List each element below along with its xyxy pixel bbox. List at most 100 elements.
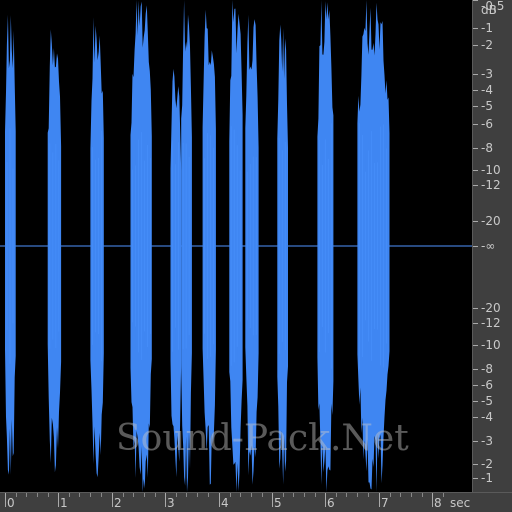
db-tick-label: -3 — [481, 434, 493, 448]
waveform-segment — [202, 9, 216, 485]
time-major-tick — [5, 493, 6, 507]
time-minor-tick — [155, 493, 156, 497]
db-tick-label: -20 — [481, 214, 501, 228]
time-major-tick — [219, 493, 220, 507]
time-major-tick — [379, 493, 380, 507]
time-minor-tick — [336, 493, 337, 497]
time-minor-tick — [411, 493, 412, 497]
time-minor-tick — [186, 493, 187, 497]
time-major-tick — [432, 493, 433, 507]
time-minor-tick — [101, 493, 102, 497]
db-tick — [473, 401, 478, 402]
db-tick — [473, 417, 478, 418]
db-tick-label: -8 — [481, 362, 493, 376]
db-tick-label: -12 — [481, 178, 501, 192]
db-tick — [473, 170, 478, 171]
time-minor-tick — [79, 493, 80, 497]
time-minor-tick — [357, 493, 358, 497]
time-tick-label: 8 — [434, 496, 442, 510]
db-tick-label: -20 — [481, 301, 501, 315]
waveform-segment — [170, 68, 182, 478]
time-minor-tick — [123, 493, 124, 497]
db-tick — [473, 246, 478, 247]
db-tick-label: -6 — [481, 378, 493, 392]
db-tick — [473, 464, 478, 465]
time-minor-tick — [304, 493, 305, 497]
time-major-tick — [272, 493, 273, 507]
time-minor-tick — [283, 493, 284, 497]
waveform-segment — [90, 17, 104, 478]
db-tick — [473, 45, 478, 46]
time-minor-tick — [133, 493, 134, 497]
db-tick-label: -10 — [481, 163, 501, 177]
db-tick-label: -2 — [481, 38, 493, 52]
time-minor-tick — [26, 493, 27, 497]
db-tick — [473, 185, 478, 186]
time-minor-tick — [293, 493, 294, 497]
db-tick-label: -3 — [481, 67, 493, 81]
db-tick — [473, 478, 478, 479]
db-tick-label: -1 — [481, 21, 493, 35]
time-minor-tick — [368, 493, 369, 497]
time-tick-label: 0 — [7, 496, 15, 510]
time-minor-tick — [90, 493, 91, 497]
db-tick — [473, 28, 478, 29]
waveform-segment — [245, 14, 259, 485]
db-tick — [473, 345, 478, 346]
time-unit-label: sec — [450, 496, 471, 510]
time-minor-tick — [69, 493, 70, 497]
time-major-tick — [325, 493, 326, 507]
time-tick-label: 4 — [221, 496, 229, 510]
time-tick-label: 5 — [274, 496, 282, 510]
time-minor-tick — [230, 493, 231, 497]
time-minor-tick — [16, 493, 17, 497]
time-tick-label: 7 — [381, 496, 389, 510]
time-minor-tick — [315, 493, 316, 497]
db-tick — [473, 148, 478, 149]
db-tick — [473, 369, 478, 370]
db-tick — [473, 221, 478, 222]
db-tick-label: -5 — [481, 99, 493, 113]
time-minor-tick — [144, 493, 145, 497]
time-minor-tick — [197, 493, 198, 497]
time-minor-tick — [251, 493, 252, 497]
time-minor-tick — [346, 493, 347, 497]
db-scale-ruler: dB -1 -2 -3 -4 -5 -6 -8 -10 -12 -20 -∞ -20 -12 -10 -8-… — [472, 0, 512, 492]
db-tick — [473, 106, 478, 107]
time-tick-label: 1 — [60, 496, 68, 510]
time-minor-tick — [443, 493, 444, 497]
waveform-segment — [277, 24, 288, 485]
watermark: Sound-Pack.Net — [116, 418, 409, 459]
db-tick-label: -5 — [481, 394, 493, 408]
db-tick — [473, 124, 478, 125]
db-tick-label: -4 — [481, 83, 493, 97]
db-tick-label: -8 — [481, 141, 493, 155]
db-tick — [473, 308, 478, 309]
waveform-segment — [5, 14, 16, 475]
db-tick-label: -12 — [481, 316, 501, 330]
time-major-tick — [165, 493, 166, 507]
db-tick-label: -1 — [481, 471, 493, 485]
db-tick — [473, 385, 478, 386]
time-tick-label: 6 — [327, 496, 335, 510]
db-tick-label: -10 — [481, 338, 501, 352]
db-tick-label: -4 — [481, 410, 493, 424]
time-ruler[interactable]: sec 0 1 2 3 4 5 6 7 8 — [0, 492, 512, 512]
waveform-segment — [47, 29, 62, 473]
db-tick-label: -6 — [481, 117, 493, 131]
time-minor-tick — [262, 493, 263, 497]
time-minor-tick — [176, 493, 177, 497]
time-minor-tick — [37, 493, 38, 497]
time-major-tick — [58, 493, 59, 507]
time-tick-label: 3 — [167, 496, 175, 510]
db-tick — [473, 441, 478, 442]
db-tick — [473, 90, 478, 91]
db-tick-label: -2 — [481, 457, 493, 471]
time-minor-tick — [48, 493, 49, 497]
db-tick — [473, 323, 478, 324]
time-minor-tick — [400, 493, 401, 497]
time-tick-label: 2 — [114, 496, 122, 510]
time-minor-tick — [240, 493, 241, 497]
db-tick-label: -∞ — [481, 239, 496, 253]
time-major-tick — [112, 493, 113, 507]
